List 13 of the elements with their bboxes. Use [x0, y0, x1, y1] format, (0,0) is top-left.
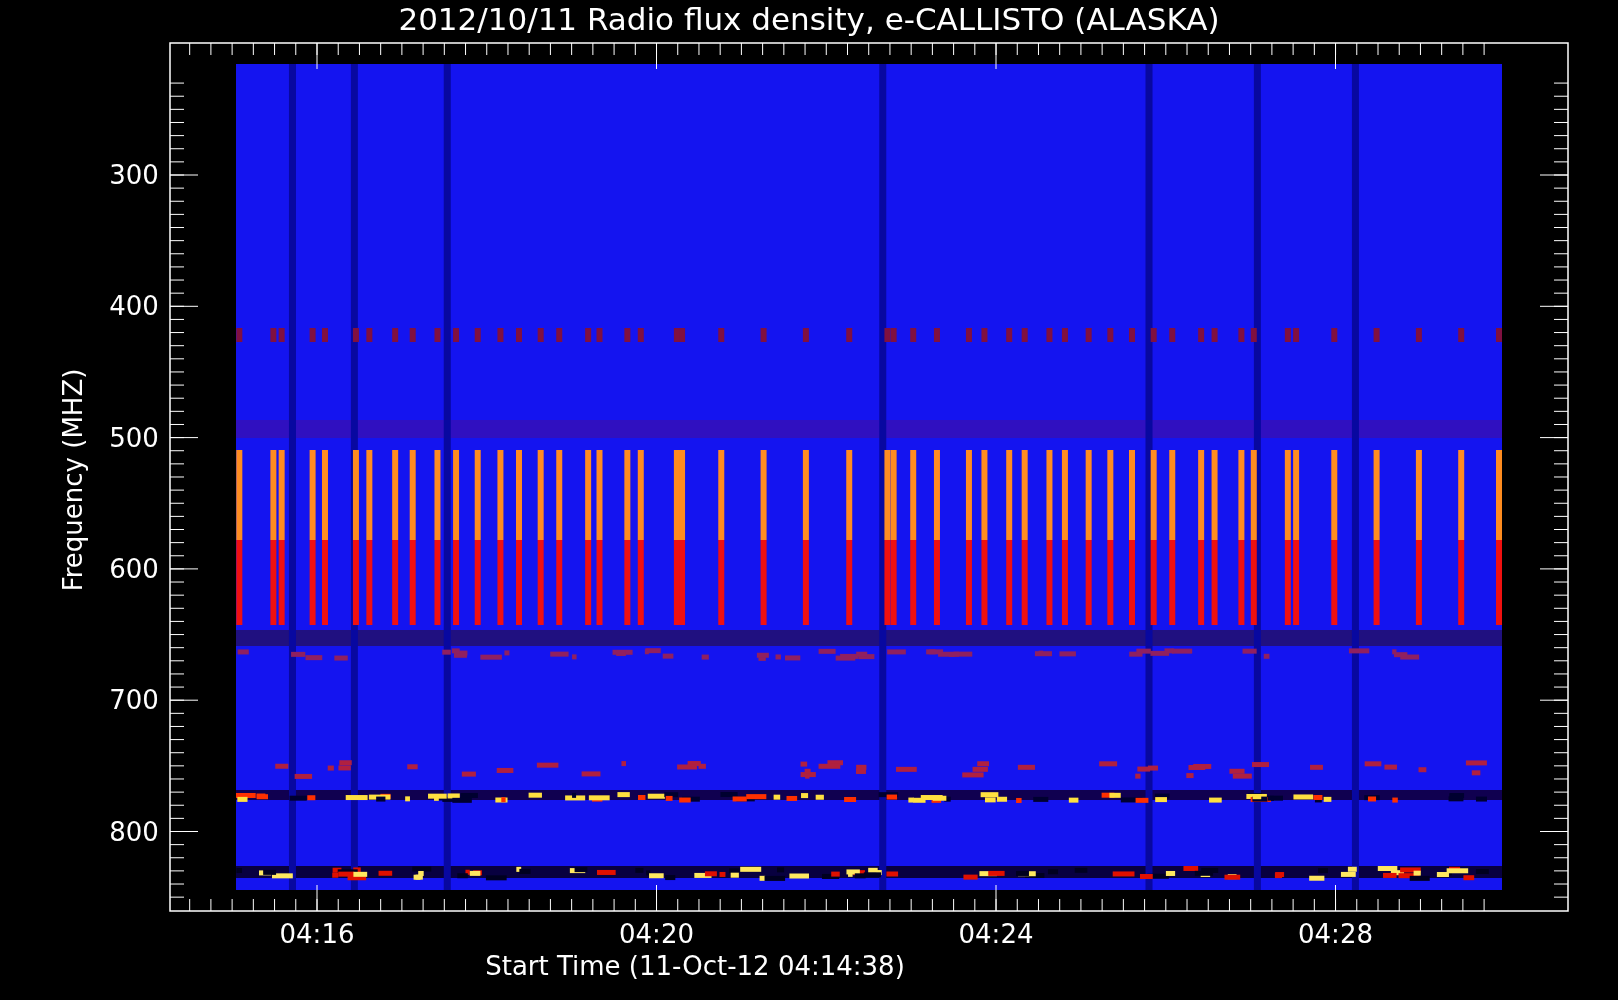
axis-tick-label: 500 — [109, 422, 159, 453]
axis-tick-label: 04:20 — [619, 919, 694, 949]
axis-tick-label: 04:28 — [1298, 919, 1373, 949]
axis-tick-label: 700 — [109, 685, 159, 716]
y-axis-label: Frequency (MHZ) — [58, 368, 88, 592]
x-axis-label: Start Time (11-Oct-12 04:14:38) — [485, 951, 905, 981]
axis-tick-label: 400 — [109, 291, 159, 322]
axis-tick-label: 04:24 — [958, 919, 1034, 949]
chart-title: 2012/10/11 Radio flux density, e-CALLISTO (ALASKA) — [398, 1, 1220, 37]
axis-tick-label: 04:16 — [279, 919, 355, 949]
axis-tick-label: 600 — [109, 553, 159, 584]
axis-tick-label: 300 — [109, 160, 159, 190]
axis-tick-label: 800 — [109, 816, 159, 847]
